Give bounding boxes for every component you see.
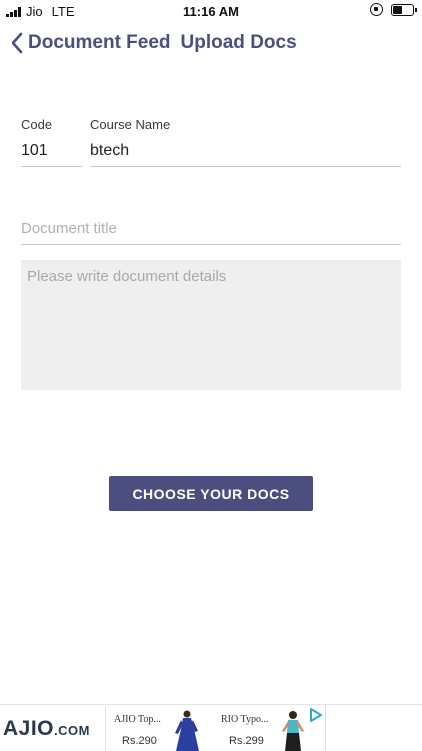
orientation-lock-icon bbox=[370, 3, 383, 16]
document-details-textarea[interactable] bbox=[21, 260, 401, 390]
adchoices-icon[interactable] bbox=[309, 708, 323, 722]
course-name-field[interactable]: btech bbox=[90, 142, 129, 160]
course-name-underline bbox=[90, 166, 401, 167]
code-field[interactable]: 101 bbox=[21, 142, 48, 160]
ad-product-name: RIO Typo... bbox=[221, 714, 269, 725]
ad-product-price: Rs.290 bbox=[122, 735, 157, 747]
status-right bbox=[370, 3, 417, 16]
ad-product[interactable]: AJIO Top... Rs.290 bbox=[106, 705, 202, 751]
back-label: Document Feed bbox=[28, 32, 171, 53]
chevron-left-icon bbox=[11, 32, 23, 54]
blue-dress-image bbox=[175, 710, 199, 751]
back-button[interactable]: Document Feed bbox=[0, 32, 171, 54]
code-underline bbox=[21, 166, 82, 167]
document-title-input[interactable] bbox=[21, 212, 401, 245]
ad-banner[interactable]: AJIO.COM AJIO Top... Rs.290 RIO Typo... … bbox=[0, 704, 422, 751]
ad-product-price: Rs.299 bbox=[229, 735, 264, 747]
status-bar: Jio LTE 11:16 AM bbox=[0, 0, 422, 22]
battery-fill bbox=[393, 5, 402, 14]
battery-icon bbox=[391, 3, 417, 16]
page-title: Upload Docs bbox=[180, 32, 297, 53]
course-name-label: Course Name bbox=[90, 117, 171, 132]
ad-brand: AJIO bbox=[3, 717, 55, 740]
ad-product-name: AJIO Top... bbox=[114, 714, 161, 725]
choose-docs-button[interactable]: CHOOSE YOUR DOCS bbox=[109, 476, 313, 511]
ad-brand-suffix: .COM bbox=[54, 723, 90, 738]
status-time: 11:16 AM bbox=[183, 4, 239, 19]
ad-product[interactable]: RIO Typo... Rs.299 bbox=[213, 705, 309, 751]
navigation-bar: Document Feed Upload Docs bbox=[0, 22, 422, 64]
ajio-logo: AJIO.COM bbox=[3, 717, 90, 741]
teal-top-model-image bbox=[282, 711, 304, 751]
ad-right-divider bbox=[325, 705, 326, 751]
code-label: Code bbox=[21, 117, 53, 132]
